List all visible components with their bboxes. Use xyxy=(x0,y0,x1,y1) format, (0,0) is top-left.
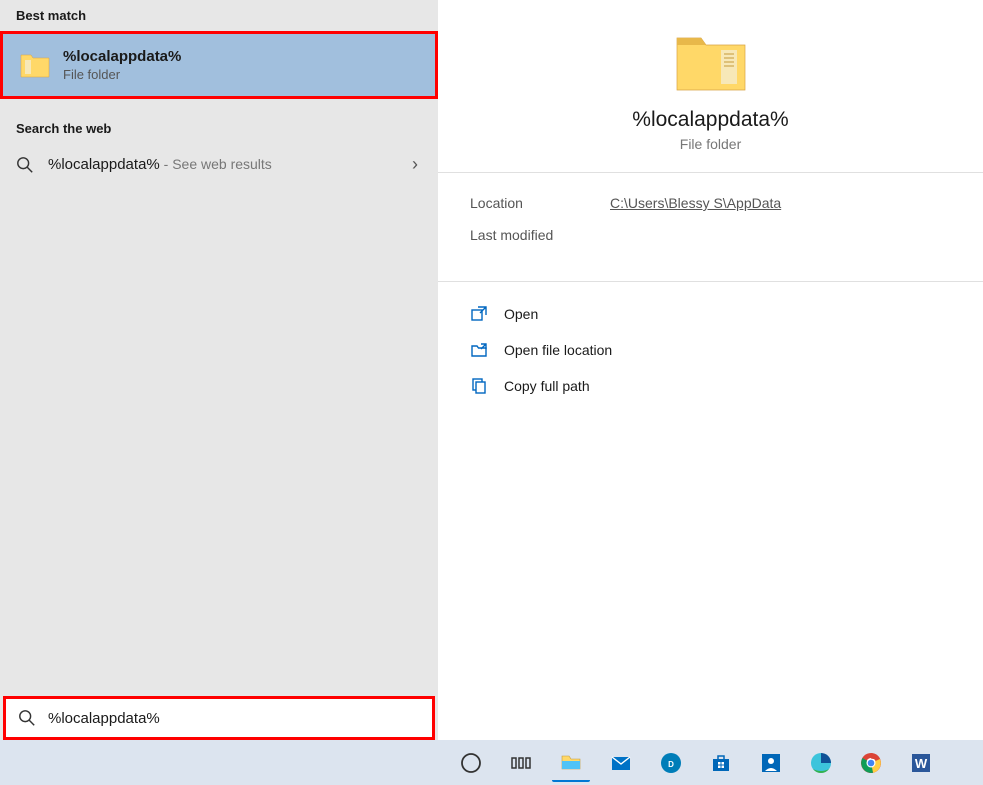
svg-text:W: W xyxy=(915,756,928,771)
word-icon: W xyxy=(909,751,933,775)
file-explorer-button[interactable] xyxy=(552,744,590,782)
cortana-button[interactable] xyxy=(452,744,490,782)
svg-text:D: D xyxy=(668,760,674,769)
dell-button[interactable]: D xyxy=(652,744,690,782)
best-match-header: Best match xyxy=(0,0,438,31)
store-icon xyxy=(709,751,733,775)
folder-icon xyxy=(19,51,51,79)
location-link[interactable]: C:\Users\Blessy S\AppData xyxy=(610,195,781,211)
copy-icon xyxy=(470,377,488,395)
open-folder-icon xyxy=(470,341,488,359)
last-modified-label: Last modified xyxy=(470,227,610,243)
open-icon xyxy=(470,305,488,323)
app-button[interactable] xyxy=(752,744,790,782)
preview-subtitle: File folder xyxy=(438,136,983,152)
copy-full-path-action[interactable]: Copy full path xyxy=(464,368,957,404)
search-input[interactable] xyxy=(48,710,420,727)
chrome-button[interactable] xyxy=(852,744,890,782)
edge-button[interactable] xyxy=(802,744,840,782)
chevron-right-icon: › xyxy=(412,154,418,175)
search-icon xyxy=(18,709,36,727)
best-match-title: %localappdata% xyxy=(63,48,181,65)
folder-icon xyxy=(559,750,583,774)
search-icon xyxy=(16,156,34,174)
folder-icon xyxy=(673,28,749,96)
chrome-icon xyxy=(859,751,883,775)
open-action[interactable]: Open xyxy=(464,296,957,332)
task-view-icon xyxy=(509,751,533,775)
taskbar: D xyxy=(0,740,983,785)
cortana-icon xyxy=(459,751,483,775)
dell-icon: D xyxy=(659,751,683,775)
web-hint: - See web results xyxy=(160,156,272,172)
store-button[interactable] xyxy=(702,744,740,782)
search-web-header: Search the web xyxy=(0,113,438,144)
web-query: %localappdata% xyxy=(48,156,160,173)
search-bar[interactable] xyxy=(3,696,435,740)
mail-icon xyxy=(609,751,633,775)
preview-title: %localappdata% xyxy=(438,108,983,132)
task-view-button[interactable] xyxy=(502,744,540,782)
mail-button[interactable] xyxy=(602,744,640,782)
search-results-panel: Best match %localappdata% File folder Se… xyxy=(0,0,438,740)
search-web-result[interactable]: %localappdata% - See web results › xyxy=(0,144,438,185)
edge-icon xyxy=(809,751,833,775)
word-button[interactable]: W xyxy=(902,744,940,782)
preview-panel: %localappdata% File folder Location C:\U… xyxy=(438,0,983,740)
best-match-result[interactable]: %localappdata% File folder xyxy=(0,31,438,99)
location-label: Location xyxy=(470,195,610,211)
open-file-location-action[interactable]: Open file location xyxy=(464,332,957,368)
best-match-subtitle: File folder xyxy=(63,67,181,82)
app-icon xyxy=(759,751,783,775)
